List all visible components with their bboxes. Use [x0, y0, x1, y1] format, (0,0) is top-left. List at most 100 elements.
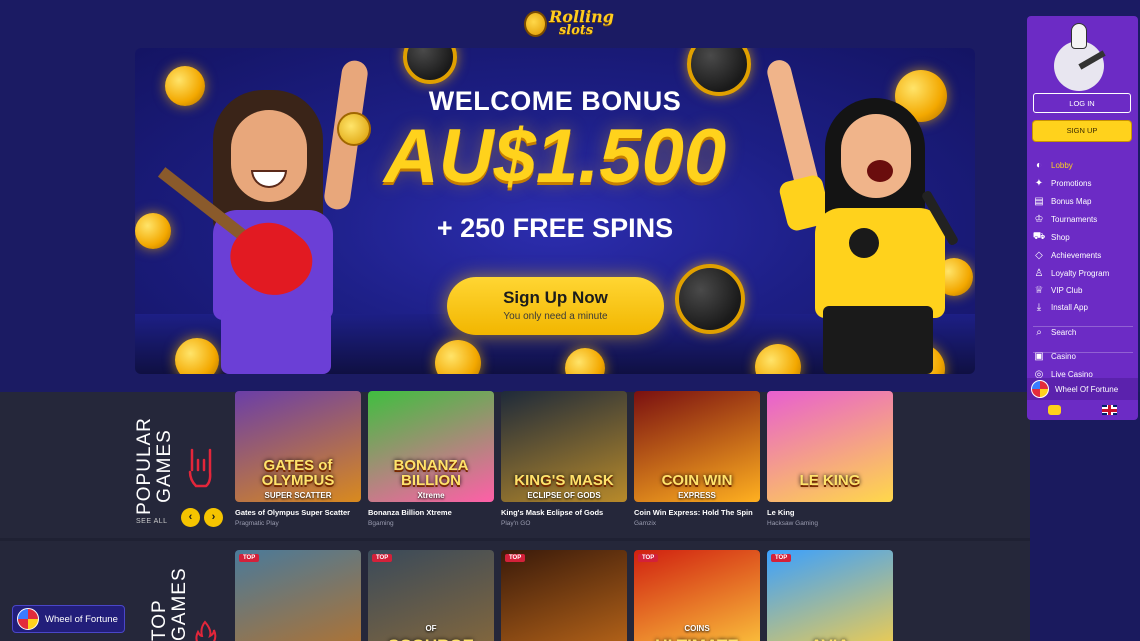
- chat-icon[interactable]: [1047, 405, 1061, 415]
- floating-wheel-of-fortune[interactable]: Wheel of Fortune: [12, 605, 125, 633]
- sidebar-item-label: Achievements: [1051, 250, 1102, 260]
- sidebar-item-casino[interactable]: ▣ Casino: [1033, 348, 1133, 364]
- flame-icon: [195, 620, 217, 641]
- game-thumbnail[interactable]: COIN WIN EXPRESS: [634, 391, 760, 502]
- sidebar-item-label: Shop: [1051, 232, 1070, 242]
- sidebar-item-vip-club[interactable]: ♕ VIP Club: [1033, 282, 1133, 298]
- sidebar-item-label: Search: [1051, 327, 1077, 337]
- game-card[interactable]: TOP: [235, 550, 361, 641]
- login-button[interactable]: LOG IN: [1033, 93, 1131, 113]
- uk-flag-icon[interactable]: [1102, 405, 1118, 415]
- signup-button[interactable]: SIGN UP: [1033, 121, 1131, 141]
- game-provider: Hacksaw Gaming: [767, 520, 818, 527]
- loyalty-icon: ♙: [1034, 267, 1044, 279]
- game-card[interactable]: TOPSCOURGEOF: [368, 550, 494, 641]
- top-games-title: TOP GAMES: [149, 567, 190, 641]
- game-thumbnail[interactable]: TOPULTIMATECOINS: [634, 550, 760, 641]
- sidebar-item-tournaments[interactable]: ♔ Tournaments: [1033, 211, 1133, 227]
- cta-label: Sign Up Now: [503, 288, 608, 307]
- game-art-subtitle: ECLIPSE OF GODS: [527, 491, 601, 500]
- sidebar-divider: [1033, 326, 1133, 327]
- rock-hand-icon: [188, 448, 212, 488]
- sign-up-now-button[interactable]: Sign Up Now You only need a minute: [447, 277, 664, 335]
- sidebar-item-label: Loyalty Program: [1051, 268, 1110, 278]
- game-thumbnail[interactable]: TOPAVIA: [767, 550, 893, 641]
- game-card[interactable]: LE KING Le King Hacksaw Gaming: [767, 391, 893, 527]
- game-card[interactable]: COIN WIN EXPRESS Coin Win Express: Hold Th…: [634, 391, 760, 527]
- game-thumbnail[interactable]: TOPSCOURGEOF: [368, 550, 494, 641]
- logo-line2: slots: [558, 23, 594, 38]
- top-badge: TOP: [372, 554, 393, 562]
- floating-wheel-label: Wheel of Fortune: [45, 613, 118, 625]
- game-card[interactable]: TOP: [501, 550, 627, 641]
- game-art-subtitle: Xtreme: [417, 491, 445, 500]
- search-icon: ⌕: [1036, 326, 1042, 338]
- logo-disc-icon: [524, 11, 547, 37]
- game-art-title: KING'S MASK: [514, 472, 614, 489]
- sidebar-item-label: Lobby: [1051, 160, 1073, 170]
- sidebar: LOG IN SIGN UP ◐ Lobby ✦ Promotions ▤ Bonus M…: [1027, 16, 1138, 420]
- game-art-subtitle: OF: [425, 624, 437, 633]
- map-icon: ▤: [1034, 195, 1044, 207]
- game-thumbnail[interactable]: KING'S MASK ECLIPSE OF GODS: [501, 391, 627, 502]
- chevron-right-icon[interactable]: ›: [204, 508, 223, 527]
- game-art-title: BONANZA BILLION: [393, 457, 469, 489]
- game-art-title: GATES of OLYMPUS: [261, 457, 335, 489]
- top-badge: TOP: [239, 554, 260, 562]
- game-art-subtitle: SUPER SCATTER: [264, 491, 332, 500]
- mascot-avatar: [1054, 23, 1106, 95]
- game-art-title: COIN WIN: [661, 472, 733, 489]
- game-provider: Pragmatic Play: [235, 520, 279, 527]
- game-thumbnail[interactable]: TOP: [235, 550, 361, 641]
- crown-icon: ♕: [1034, 284, 1044, 296]
- sidebar-item-label: Promotions: [1051, 178, 1092, 188]
- sidebar-item-bonus-map[interactable]: ▤ Bonus Map: [1033, 193, 1133, 209]
- game-thumbnail[interactable]: GATES of OLYMPUS SUPER SCATTER: [235, 391, 361, 502]
- bonus-free-spins: + 250 FREE SPINS: [436, 213, 674, 243]
- logo-line1: Rolling: [548, 7, 614, 26]
- chip-decoration: [675, 264, 745, 334]
- lobby-icon: ◐: [1035, 159, 1043, 171]
- game-card[interactable]: KING'S MASK ECLIPSE OF GODS King's Mask Ec…: [501, 391, 627, 527]
- game-name[interactable]: Gates of Olympus Super Scatter: [235, 508, 361, 517]
- game-name[interactable]: Le King: [767, 508, 893, 517]
- game-card[interactable]: TOPULTIMATECOINS: [634, 550, 760, 641]
- bonus-amount: AU$1.500: [383, 114, 727, 199]
- promotions-icon: ✦: [1034, 177, 1044, 189]
- sidebar-item-shop[interactable]: ⛟ Shop: [1033, 229, 1133, 245]
- game-provider: Play'n GO: [501, 520, 531, 527]
- game-name[interactable]: Coin Win Express: Hold The Spin: [634, 508, 760, 517]
- chevron-left-icon[interactable]: ‹: [181, 508, 200, 527]
- game-card[interactable]: BONANZA BILLION Xtreme Bonanza Billion Xtr…: [368, 391, 494, 527]
- game-thumbnail[interactable]: BONANZA BILLION Xtreme: [368, 391, 494, 502]
- sidebar-item-label: Bonus Map: [1051, 196, 1092, 206]
- game-card[interactable]: TOPAVIA: [767, 550, 893, 641]
- see-all-link[interactable]: SEE ALL: [136, 518, 168, 525]
- sidebar-item-label: VIP Club: [1051, 285, 1083, 295]
- sidebar-divider: [1033, 352, 1133, 353]
- game-name[interactable]: King's Mask Eclipse of Gods: [501, 508, 627, 517]
- popular-games-title: POPULAR GAMES: [134, 417, 175, 515]
- game-art-subtitle: EXPRESS: [678, 491, 716, 500]
- sidebar-item-achievements[interactable]: ◇ Achievements: [1033, 247, 1133, 263]
- sidebar-item-install-app[interactable]: ⤓ Install App: [1033, 299, 1133, 315]
- game-card[interactable]: GATES of OLYMPUS SUPER SCATTER Gates of Ol…: [235, 391, 361, 527]
- sidebar-item-label: Install App: [1051, 302, 1088, 312]
- cart-icon: ⛟: [1032, 230, 1046, 242]
- game-thumbnail[interactable]: TOP: [501, 550, 627, 641]
- sidebar-item-label: Tournaments: [1051, 214, 1098, 224]
- sidebar-item-loyalty-program[interactable]: ♙ Loyalty Program: [1033, 265, 1133, 281]
- sidebar-item-lobby[interactable]: ◐ Lobby: [1033, 157, 1133, 173]
- trophy-icon: ♔: [1034, 213, 1044, 225]
- install-icon: ⤓: [1036, 301, 1042, 313]
- game-provider: Bgaming: [368, 520, 394, 527]
- game-thumbnail[interactable]: LE KING: [767, 391, 893, 502]
- sidebar-item-promotions[interactable]: ✦ Promotions: [1033, 175, 1133, 191]
- chip-decoration: [403, 48, 457, 84]
- cta-subtext: You only need a minute: [503, 311, 608, 322]
- sidebar-wheel-of-fortune[interactable]: Wheel Of Fortune: [1027, 378, 1138, 400]
- site-logo[interactable]: Rolling slots: [524, 4, 614, 44]
- game-name[interactable]: Bonanza Billion Xtreme: [368, 508, 494, 517]
- logo-text: Rolling slots: [548, 7, 614, 38]
- game-provider: Gamzix: [634, 520, 657, 527]
